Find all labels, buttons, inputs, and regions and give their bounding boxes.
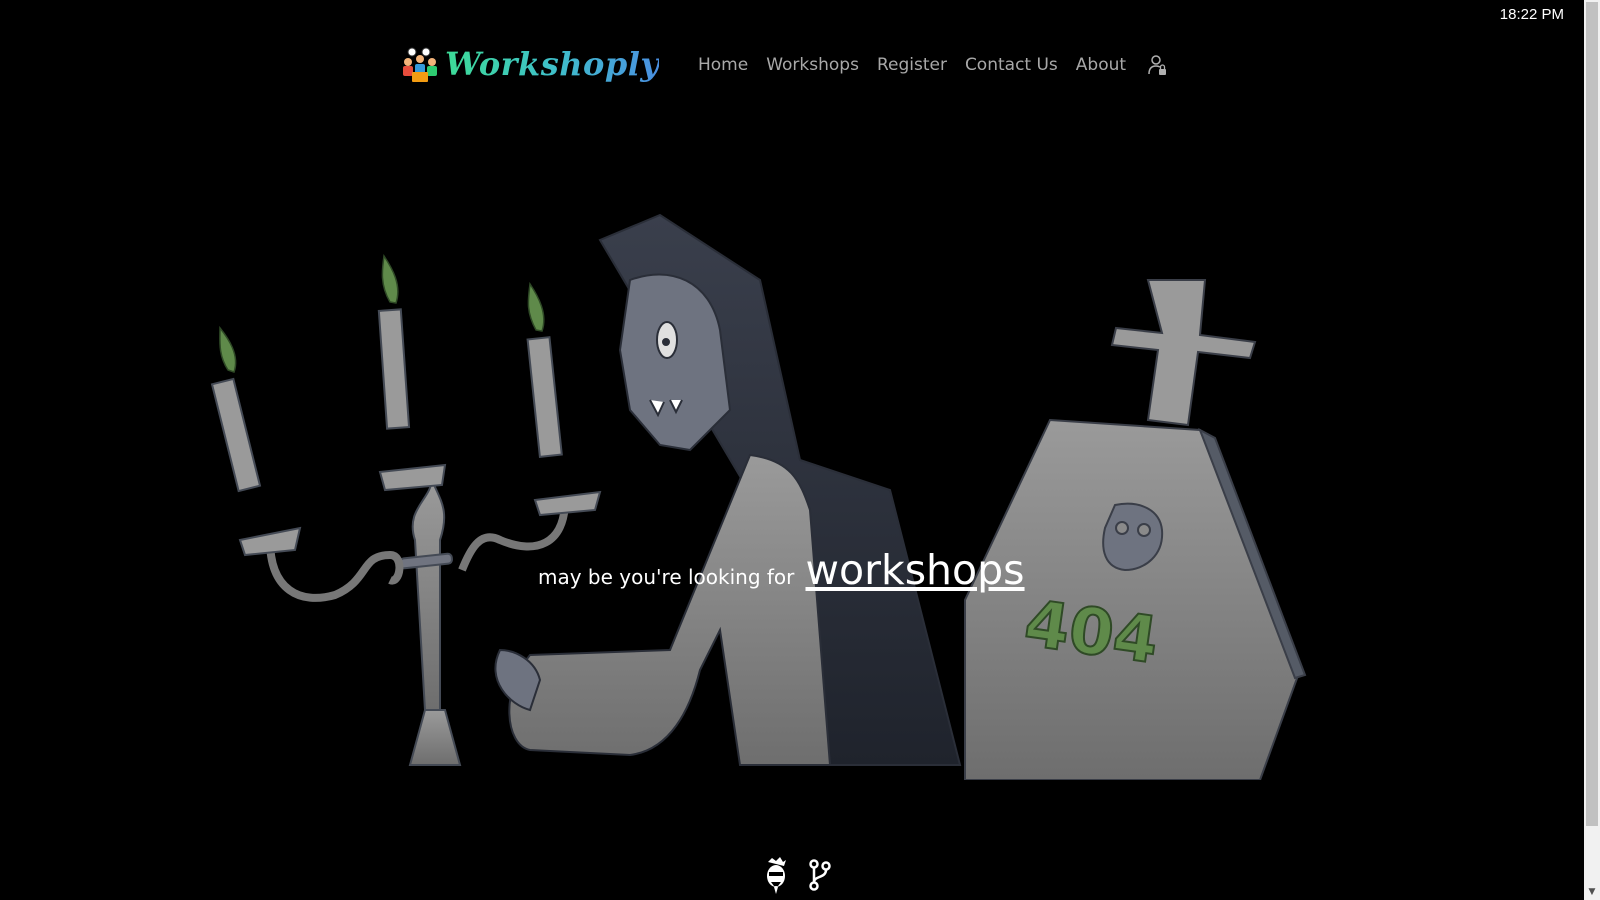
nav-contact-link[interactable]: Contact Us [965, 55, 1058, 75]
vertical-scrollbar[interactable]: ▲ ▼ [1584, 0, 1600, 900]
nav-links: Home Workshops Register Contact Us About [698, 54, 1168, 76]
nav-home-link[interactable]: Home [698, 55, 748, 75]
footer-icons [762, 856, 834, 894]
scrollbar-thumb[interactable] [1586, 2, 1598, 826]
not-found-message: may be you're looking for workshops [538, 546, 1025, 594]
top-navbar: Workshoply Home Workshops Register Conta… [400, 44, 1180, 84]
user-lock-icon[interactable] [1146, 54, 1168, 76]
developer-avatar-icon[interactable] [762, 856, 790, 894]
vampire-illustration [494, 213, 962, 766]
nav-workshops-link[interactable]: Workshops [766, 55, 859, 75]
scroll-down-arrow-icon[interactable]: ▼ [1584, 884, 1600, 900]
message-lead-text: may be you're looking for [538, 565, 795, 589]
nav-register-link[interactable]: Register [877, 55, 947, 75]
tombstone-illustration: 404 [964, 279, 1307, 780]
vampire-candelabra-tombstone-illustration: 404 [210, 213, 1307, 780]
git-branch-icon[interactable] [806, 856, 834, 894]
system-clock: 18:22 PM [1499, 6, 1564, 23]
brand-name: Workshoply [445, 45, 660, 83]
brand-link[interactable]: Workshoply [400, 44, 659, 84]
brand-logo-icon [403, 47, 437, 82]
workshops-link[interactable]: workshops [805, 546, 1024, 594]
nav-about-link[interactable]: About [1076, 55, 1126, 75]
